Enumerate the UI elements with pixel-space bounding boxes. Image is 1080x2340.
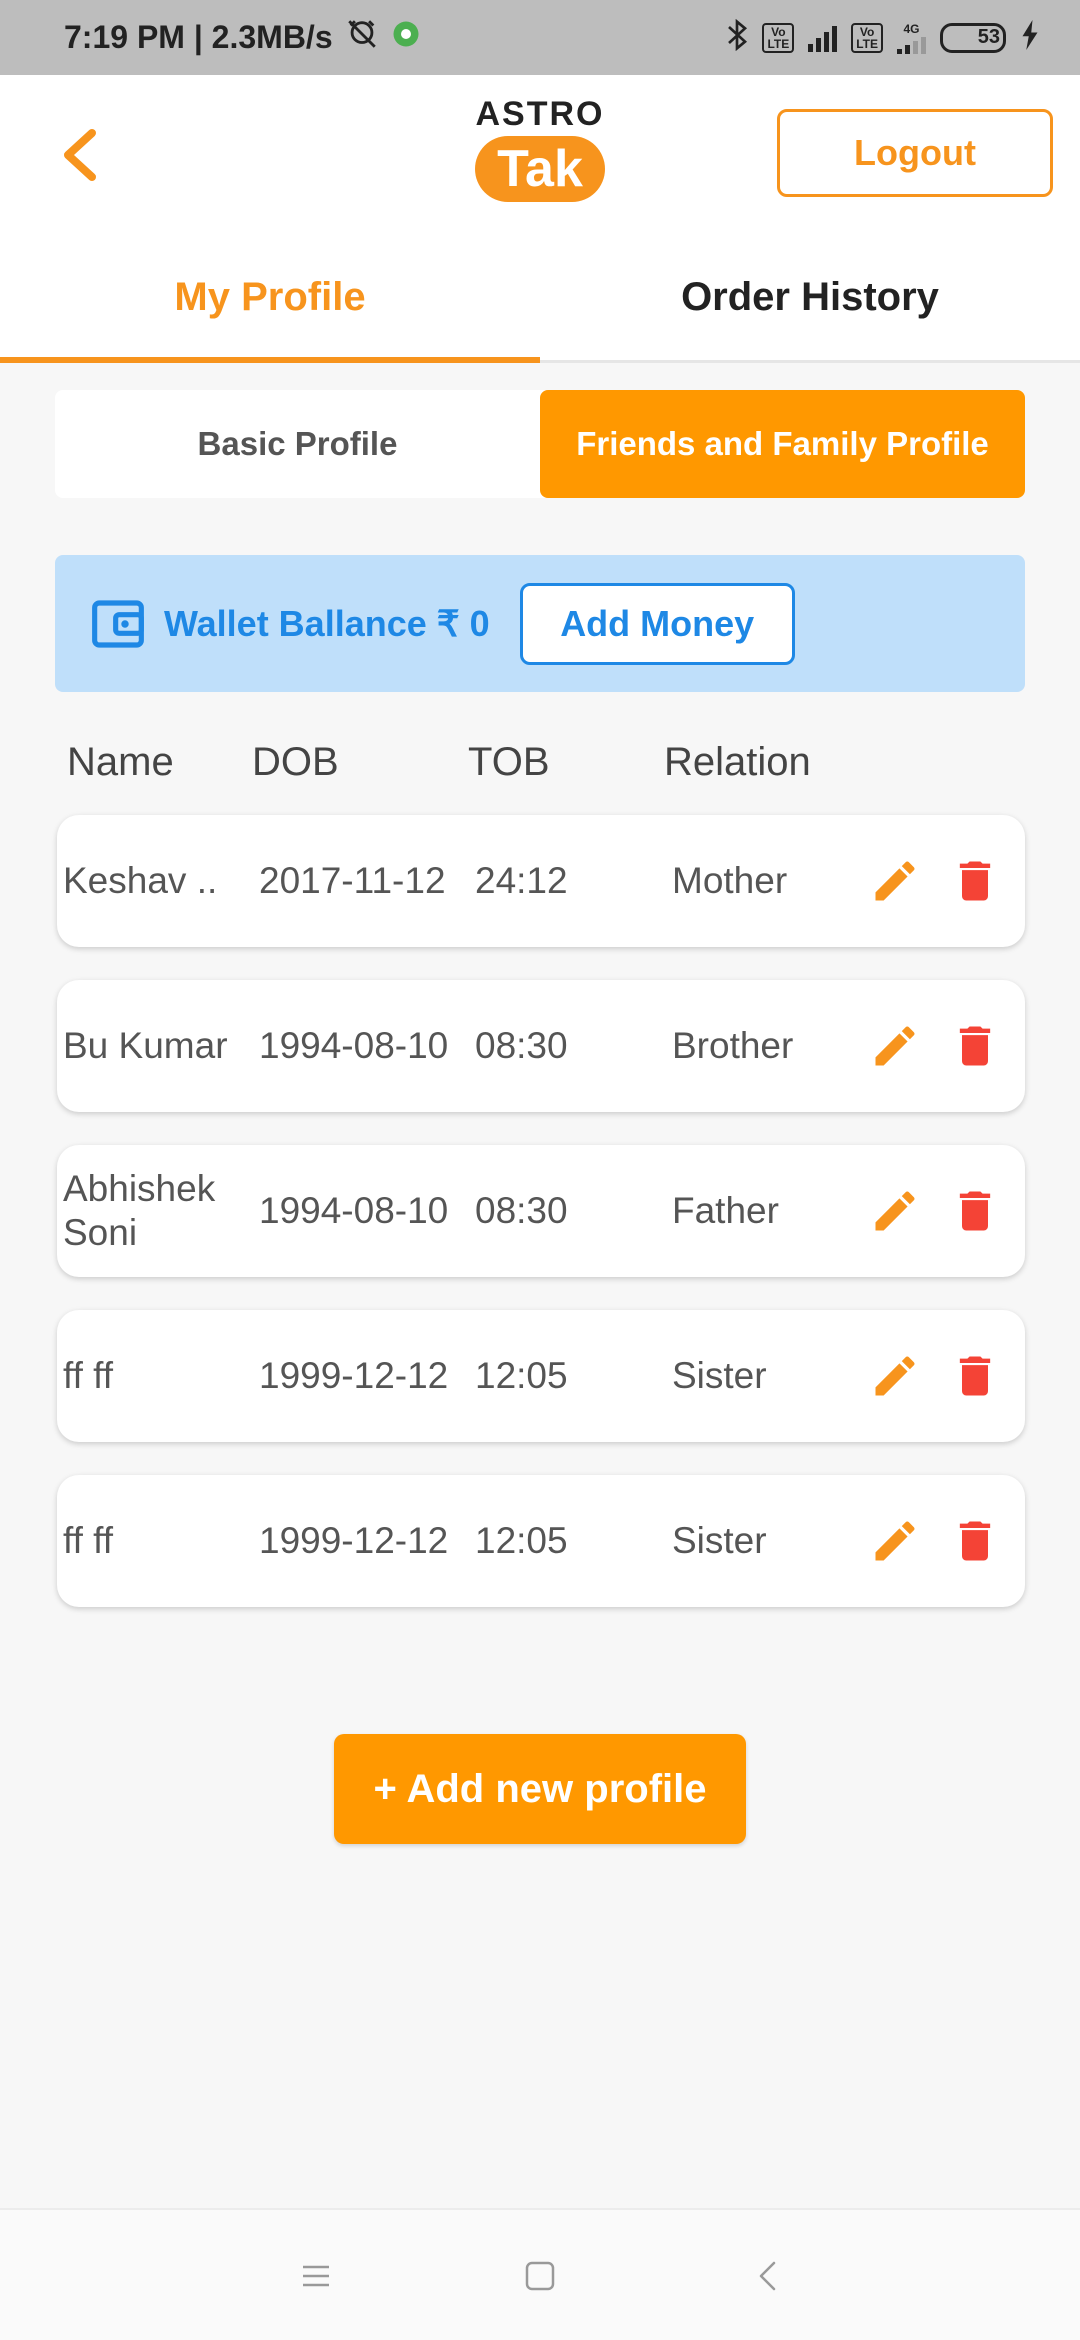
tab-basic-profile[interactable]: Basic Profile bbox=[55, 390, 540, 498]
add-money-button[interactable]: Add Money bbox=[519, 582, 795, 665]
row-name: ff ff bbox=[63, 1520, 114, 1561]
row-name: Abhishek Soni bbox=[63, 1168, 216, 1253]
table-row: Abhishek Soni 1994-08-10 08:30 Father bbox=[57, 1145, 1025, 1277]
edit-pencil-icon[interactable] bbox=[869, 1515, 921, 1567]
row-tob: 24:12 bbox=[475, 860, 568, 901]
delete-trash-icon[interactable] bbox=[949, 855, 1001, 907]
logout-button[interactable]: Logout bbox=[777, 109, 1053, 197]
app-notification-icon bbox=[391, 19, 421, 57]
status-time-speed: 7:19 PM | 2.3MB/s bbox=[64, 19, 333, 55]
edit-pencil-icon[interactable] bbox=[869, 855, 921, 907]
row-dob: 1999-12-12 bbox=[259, 1520, 449, 1561]
alarm-off-icon bbox=[345, 17, 379, 59]
tab-order-history[interactable]: Order History bbox=[540, 235, 1080, 360]
row-dob: 1994-08-10 bbox=[259, 1190, 449, 1231]
row-tob: 12:05 bbox=[475, 1355, 568, 1396]
row-relation: Sister bbox=[672, 1520, 767, 1561]
volte-icon-2: Vo LTE bbox=[851, 22, 883, 53]
back-triangle-icon[interactable] bbox=[738, 2246, 798, 2306]
network-4g-label: 4G bbox=[903, 21, 920, 36]
app-header: ASTRO Tak Logout bbox=[0, 75, 1080, 235]
wallet-banner: Wallet Ballance ₹ 0 Add Money bbox=[55, 555, 1025, 692]
table-header: Name DOB TOB Relation bbox=[0, 740, 1080, 800]
logo-astro-text: ASTRO bbox=[475, 95, 605, 133]
battery-level: 53 bbox=[977, 26, 1001, 48]
row-name: ff ff bbox=[63, 1355, 114, 1396]
delete-trash-icon[interactable] bbox=[949, 1020, 1001, 1072]
battery-icon: 53 bbox=[940, 22, 1006, 53]
astrotak-logo: ASTRO Tak bbox=[470, 95, 610, 215]
network-4g-icon: 4G bbox=[897, 22, 926, 54]
home-square-icon[interactable] bbox=[510, 2246, 570, 2306]
row-name: Keshav .. bbox=[63, 860, 218, 901]
volte-icon: Vo LTE bbox=[762, 22, 795, 53]
row-dob: 2017-11-12 bbox=[259, 860, 446, 901]
row-relation: Sister bbox=[672, 1355, 767, 1396]
system-nav-bar bbox=[0, 2208, 1080, 2340]
table-row: Keshav .. 2017-11-12 24:12 Mother bbox=[57, 815, 1025, 947]
status-bar: 7:19 PM | 2.3MB/s Vo LTE Vo LTE 4G 53 bbox=[0, 0, 1080, 75]
bluetooth-icon bbox=[726, 18, 748, 56]
row-dob: 1994-08-10 bbox=[259, 1025, 449, 1066]
edit-pencil-icon[interactable] bbox=[869, 1185, 921, 1237]
row-relation: Father bbox=[672, 1190, 779, 1231]
row-relation: Brother bbox=[672, 1025, 794, 1066]
delete-trash-icon[interactable] bbox=[949, 1350, 1001, 1402]
tab-my-profile[interactable]: My Profile bbox=[0, 235, 540, 363]
tab-friends-family-profile[interactable]: Friends and Family Profile bbox=[540, 390, 1025, 498]
delete-trash-icon[interactable] bbox=[949, 1185, 1001, 1237]
delete-trash-icon[interactable] bbox=[949, 1515, 1001, 1567]
add-new-profile-button[interactable]: + Add new profile bbox=[334, 1734, 746, 1844]
main-tabs: My Profile Order History bbox=[0, 235, 1080, 363]
table-row: ff ff 1999-12-12 12:05 Sister bbox=[57, 1310, 1025, 1442]
chevron-left-icon bbox=[64, 129, 96, 181]
row-tob: 08:30 bbox=[475, 1190, 568, 1231]
row-tob: 12:05 bbox=[475, 1520, 568, 1561]
logo-tak-text: Tak bbox=[475, 136, 605, 202]
column-header-dob: DOB bbox=[252, 740, 339, 784]
column-header-name: Name bbox=[67, 740, 174, 784]
row-dob: 1999-12-12 bbox=[259, 1355, 449, 1396]
edit-pencil-icon[interactable] bbox=[869, 1350, 921, 1402]
back-button[interactable] bbox=[50, 125, 110, 185]
row-name: Bu Kumar bbox=[63, 1025, 228, 1066]
status-bar-left: 7:19 PM | 2.3MB/s bbox=[64, 17, 421, 59]
row-tob: 08:30 bbox=[475, 1025, 568, 1066]
charging-icon bbox=[1020, 20, 1040, 55]
wallet-icon bbox=[92, 599, 144, 648]
column-header-tob: TOB bbox=[468, 740, 550, 784]
profile-sub-tabs: Basic Profile Friends and Family Profile bbox=[55, 390, 1025, 498]
row-relation: Mother bbox=[672, 860, 788, 901]
table-row: Bu Kumar 1994-08-10 08:30 Brother bbox=[57, 980, 1025, 1112]
wallet-balance-label: Wallet Ballance ₹ 0 bbox=[164, 602, 490, 644]
status-bar-right: Vo LTE Vo LTE 4G 53 bbox=[726, 18, 1040, 56]
signal-icon bbox=[808, 24, 838, 52]
column-header-relation: Relation bbox=[664, 740, 811, 784]
profile-list: Keshav .. 2017-11-12 24:12 Mother Bu Kum… bbox=[57, 815, 1025, 1640]
menu-icon[interactable] bbox=[286, 2246, 346, 2306]
table-row: ff ff 1999-12-12 12:05 Sister bbox=[57, 1475, 1025, 1607]
edit-pencil-icon[interactable] bbox=[869, 1020, 921, 1072]
